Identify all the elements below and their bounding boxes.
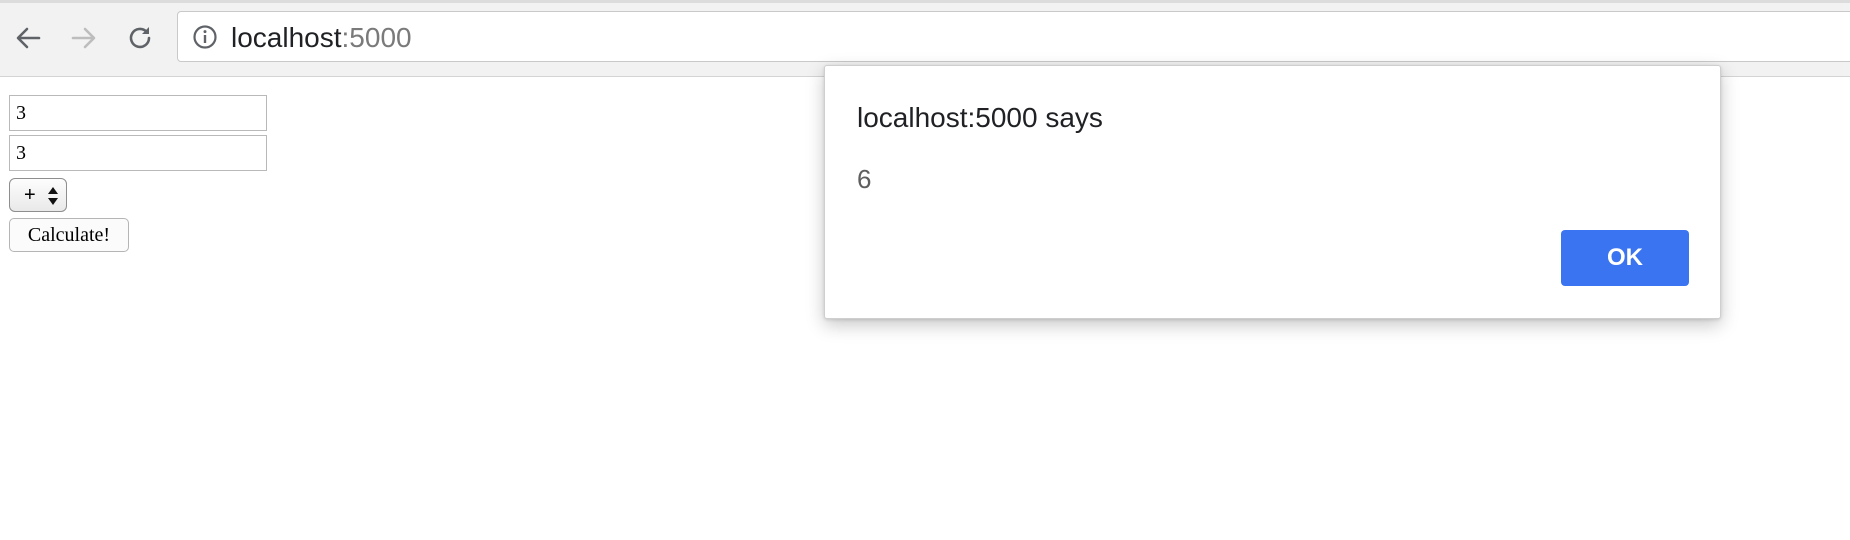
info-icon[interactable] [192, 24, 218, 50]
alert-dialog: localhost:5000 says 6 OK [824, 65, 1721, 319]
tab-strip [0, 0, 1850, 3]
forward-arrow-icon [71, 27, 96, 49]
address-bar[interactable]: localhost:5000 [177, 11, 1850, 62]
operand-a-input[interactable] [9, 95, 267, 131]
calculate-button[interactable]: Calculate! [9, 218, 129, 252]
url-port: :5000 [341, 22, 412, 53]
url-text: localhost:5000 [231, 23, 412, 53]
alert-title: localhost:5000 says [857, 102, 1103, 133]
reload-button[interactable] [120, 18, 160, 58]
forward-button[interactable] [64, 18, 104, 58]
back-button[interactable] [8, 18, 48, 58]
operator-select[interactable]: + [9, 178, 67, 212]
operand-b-input[interactable] [9, 135, 267, 171]
alert-message: 6 [857, 164, 872, 194]
url-host: localhost [231, 22, 342, 53]
operator-value: + [24, 183, 36, 206]
back-arrow-icon [16, 27, 41, 49]
ok-button[interactable]: OK [1561, 230, 1689, 286]
reload-icon [129, 27, 151, 49]
select-arrows-icon [48, 187, 58, 205]
